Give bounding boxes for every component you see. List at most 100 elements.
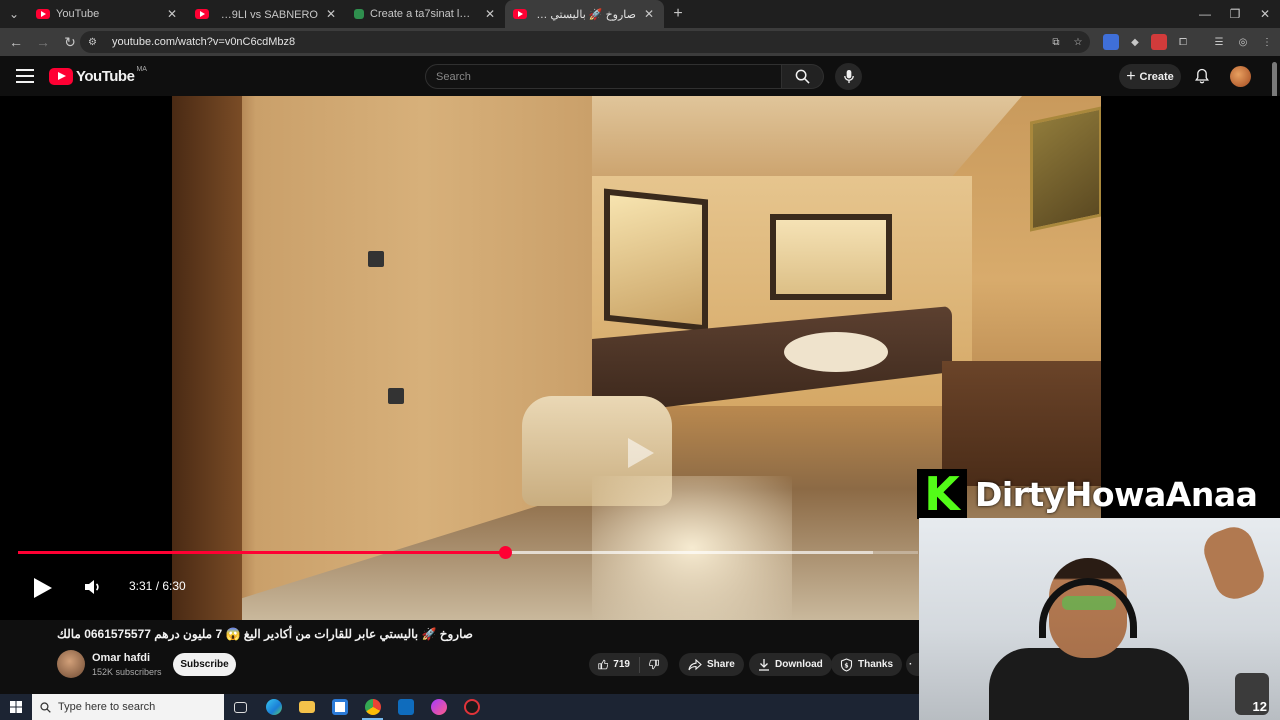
- edge-icon[interactable]: [257, 694, 290, 720]
- new-tab-icon[interactable]: +: [664, 0, 692, 28]
- center-play-icon[interactable]: [622, 436, 656, 470]
- subscribe-button[interactable]: Subscribe: [173, 653, 236, 676]
- tab-close-icon[interactable]: ✕: [642, 7, 656, 21]
- youtube-favicon-icon: [36, 9, 50, 19]
- youtube-favicon-icon: [195, 9, 209, 19]
- translate-extension-icon[interactable]: [1103, 34, 1119, 50]
- subscriber-count: 152K subscribers: [92, 667, 162, 677]
- url-text: youtube.com/watch?v=v0nC6cdMbz8: [112, 36, 296, 48]
- windows-taskbar: Type here to search: [0, 694, 919, 720]
- messenger-icon[interactable]: [422, 694, 455, 720]
- progress-buffered: [504, 551, 873, 554]
- start-button[interactable]: [0, 694, 32, 720]
- minimize-icon[interactable]: —: [1190, 0, 1220, 28]
- browser-tab[interactable]: YouTube ✕: [28, 0, 187, 28]
- install-icon[interactable]: ⧉: [1048, 34, 1064, 50]
- kick-logo: K: [917, 469, 967, 519]
- microsoft-store-icon[interactable]: [323, 694, 356, 720]
- thumbs-down-icon[interactable]: [648, 658, 659, 671]
- play-icon[interactable]: [30, 576, 54, 600]
- svg-text:$: $: [844, 662, 848, 669]
- tab-close-icon[interactable]: ✕: [324, 7, 338, 21]
- search-button[interactable]: [782, 64, 824, 89]
- browser-tab-active[interactable]: صاروخ 🚀 باليستي عابر للقارات ✕: [505, 0, 664, 28]
- youtube-logo-text: YouTube: [76, 68, 135, 85]
- bookmark-star-icon[interactable]: ☆: [1070, 34, 1086, 50]
- extension-red-icon[interactable]: [1151, 34, 1167, 50]
- divider: [638, 656, 640, 673]
- scene-window: [770, 214, 892, 300]
- window-close-icon[interactable]: ✕: [1250, 0, 1280, 28]
- browser-tab[interactable]: Create a ta7sinat lmla7 "haircut ✕: [346, 0, 505, 28]
- task-view-icon[interactable]: [224, 694, 257, 720]
- youtube-header: YouTube MA Search + Create: [0, 56, 1280, 96]
- channel-name[interactable]: Omar hafdi: [92, 652, 150, 664]
- tab-title: YouTube: [56, 8, 100, 20]
- youtube-play-logo-icon: [49, 68, 73, 85]
- like-count[interactable]: 719: [613, 659, 630, 670]
- region-code: MA: [136, 66, 147, 73]
- volume-icon[interactable]: [83, 577, 103, 597]
- channel-avatar[interactable]: [57, 650, 85, 678]
- progress-bar[interactable]: [18, 546, 918, 559]
- webcam-body: [989, 648, 1189, 720]
- search-input[interactable]: Search: [425, 64, 782, 89]
- user-avatar[interactable]: [1230, 66, 1251, 87]
- thanks-label: Thanks: [858, 659, 894, 670]
- extensions-puzzle-icon[interactable]: ⧠: [1175, 34, 1191, 50]
- red-app-icon[interactable]: [455, 694, 488, 720]
- search-icon: [795, 69, 810, 84]
- share-button[interactable]: Share: [679, 653, 744, 676]
- thanks-button[interactable]: $ Thanks: [831, 653, 903, 676]
- scrubber-handle[interactable]: [498, 546, 512, 559]
- youtube-logo[interactable]: YouTube MA: [49, 66, 147, 85]
- docs-favicon-icon: [354, 9, 364, 19]
- scene-painting: [1030, 106, 1101, 232]
- taskbar-search-placeholder: Type here to search: [58, 701, 156, 713]
- more-icon: ·: [909, 659, 913, 670]
- share-label: Share: [707, 659, 735, 670]
- tab-title: صاروخ 🚀 باليستي عابر للقارات: [533, 8, 636, 21]
- create-label: Create: [1139, 70, 1174, 83]
- reading-list-icon[interactable]: ☰: [1211, 34, 1227, 50]
- sub-badge: 12: [1235, 673, 1269, 715]
- webcam-hand: [1198, 521, 1270, 605]
- menu-kebab-icon[interactable]: ⋮: [1259, 34, 1275, 50]
- create-button[interactable]: + Create: [1119, 64, 1181, 89]
- tab-search-icon[interactable]: ⌄: [0, 0, 28, 28]
- profile-icon[interactable]: ◎: [1235, 34, 1251, 50]
- outlook-icon[interactable]: [389, 694, 422, 720]
- like-dislike-group: 719: [589, 653, 668, 676]
- more-actions-button[interactable]: ·: [906, 653, 919, 676]
- reload-icon[interactable]: ↻: [58, 30, 82, 54]
- file-explorer-icon[interactable]: [290, 694, 323, 720]
- hamburger-menu-icon[interactable]: [16, 69, 34, 83]
- voice-search-button[interactable]: [835, 63, 862, 90]
- tab-close-icon[interactable]: ✕: [483, 7, 497, 21]
- scene-table: [784, 332, 888, 372]
- taskbar-search-input[interactable]: Type here to search: [32, 694, 224, 720]
- tab-close-icon[interactable]: ✕: [165, 7, 179, 21]
- extension-icon[interactable]: ◆: [1127, 34, 1143, 50]
- sub-badge-count: 12: [1252, 699, 1267, 714]
- back-icon[interactable]: ←: [4, 30, 28, 54]
- video-title: صاروخ 🚀 باليستي عابر للقارات من أكادير ا…: [57, 627, 473, 641]
- site-info-icon[interactable]: ⚙: [88, 37, 102, 48]
- address-bar[interactable]: ⚙ youtube.com/watch?v=v0nC6cdMbz8: [80, 31, 1090, 53]
- download-icon: [759, 659, 769, 671]
- plus-icon: +: [1126, 67, 1136, 85]
- thumbs-up-icon[interactable]: [598, 658, 609, 671]
- chrome-icon[interactable]: [356, 694, 389, 720]
- search-icon: [40, 701, 51, 713]
- tab-title: B3A9LI vs SABNERO : للأحداث ج: [215, 8, 318, 21]
- scene-light-switch: [388, 388, 404, 404]
- scene-window: [604, 188, 708, 332]
- streamer-name: DirtyHowaAnaa: [975, 474, 1258, 514]
- forward-icon[interactable]: →: [31, 30, 55, 54]
- browser-tab[interactable]: B3A9LI vs SABNERO : للأحداث ج ✕: [187, 0, 346, 28]
- notifications-button[interactable]: [1192, 66, 1212, 86]
- kick-logo-letter: K: [924, 467, 960, 521]
- windows-logo-icon: [10, 701, 22, 713]
- download-button[interactable]: Download: [749, 653, 832, 676]
- restore-icon[interactable]: ❐: [1220, 0, 1250, 28]
